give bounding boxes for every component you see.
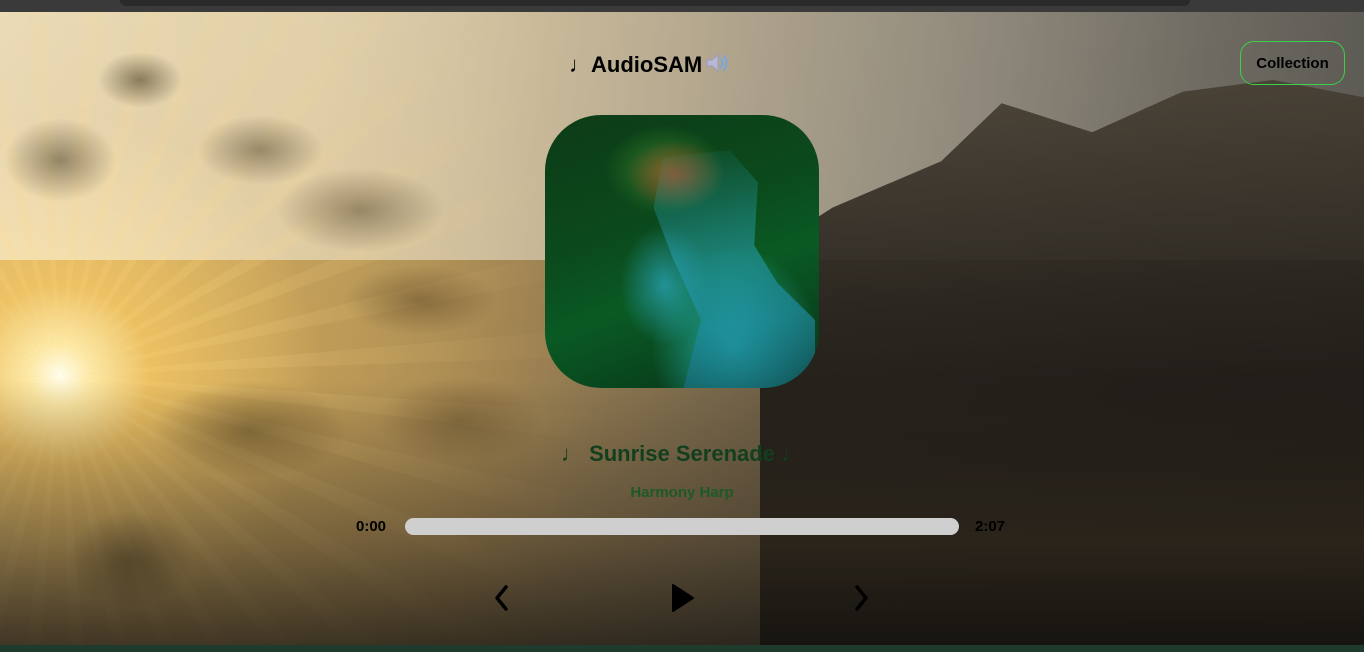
play-button[interactable] (662, 578, 702, 618)
artist-name: Harmony Harp (630, 484, 734, 501)
current-time: 0:00 (356, 518, 387, 535)
album-cover (545, 115, 819, 388)
speaker-icon (704, 52, 730, 81)
window-top-bar (0, 0, 1364, 12)
collection-button[interactable]: Collection (1240, 41, 1345, 85)
app-title: ♩AudioSAM (569, 51, 730, 81)
chevron-right-icon (855, 585, 868, 611)
app-title-text: ♩AudioSAM (569, 52, 703, 77)
total-time: 2:07 (975, 518, 1006, 535)
window-top-bar-inner (120, 0, 1190, 6)
app-root: ♩AudioSAM Collection ♩ Sunrise Serenade … (0, 0, 1364, 652)
next-button[interactable] (841, 578, 881, 618)
progress-bar[interactable] (405, 518, 959, 535)
previous-button[interactable] (482, 578, 522, 618)
chevron-left-icon (495, 585, 508, 611)
album-cover-figure (653, 150, 815, 388)
play-icon (672, 584, 694, 612)
window-bottom-bar (0, 645, 1364, 652)
song-title: ♩ Sunrise Serenade ♩ (560, 441, 804, 466)
